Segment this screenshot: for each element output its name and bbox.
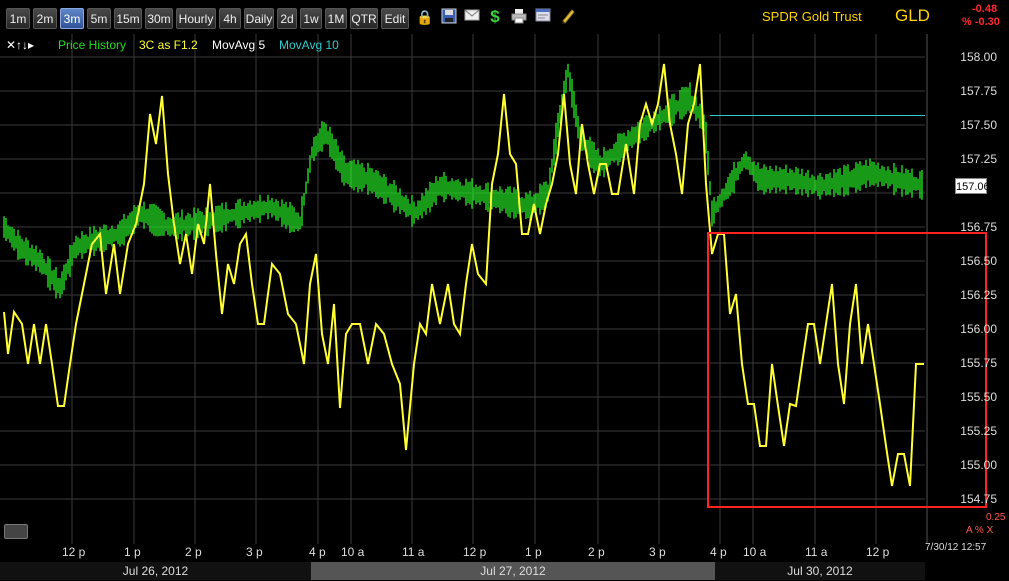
legend-controls[interactable]: ✕↑↓▸ [6,38,34,52]
time-axis-label: 12 p [866,545,890,559]
time-axis-label: 11 a [805,545,828,559]
last-update-timestamp: 7/30/12 12:57 [925,542,987,553]
collapse-panel-icon[interactable] [4,524,28,539]
edit-button[interactable]: Edit [381,8,409,29]
legend-movavg-5[interactable]: MovAvg 5 [212,38,265,52]
timeframe-3m-button[interactable]: 3m [60,8,84,29]
mail-icon[interactable] [463,8,481,26]
price-axis-label: 154.75 [960,492,997,506]
date-label-jul-27: Jul 27, 2012 [311,562,715,580]
price-axis-label: 158.00 [960,50,997,64]
time-axis-label: 10 a [341,545,365,559]
current-price-tag: 157.06 [955,178,990,194]
price-axis-label: 157.50 [960,118,997,132]
security-name: SPDR Gold Trust [762,9,862,24]
axis-controls[interactable]: A % X [966,525,993,536]
time-axis-label: 2 p [588,545,605,559]
price-axis-label: 155.75 [960,356,997,370]
time-axis-label: 3 p [246,545,263,559]
timeframe-qtr-button[interactable]: QTR [350,8,378,29]
timeframe-daily-button[interactable]: Daily [244,8,274,29]
price-axis-label: 156.75 [960,220,997,234]
timeframe-30m-button[interactable]: 30m [145,8,173,29]
print-icon[interactable] [510,8,528,26]
indicator-value: 0.25 [986,512,1006,523]
time-axis-label: 1 p [124,545,141,559]
chart-grid [0,34,928,544]
price-change: -0.48 [972,3,998,15]
time-axis-label: 10 a [743,545,767,559]
time-axis-label: 12 p [463,545,487,559]
price-axis-label: 155.50 [960,390,997,404]
time-axis-label: 4 p [710,545,727,559]
lock-icon[interactable]: 🔒 [416,8,434,26]
window-icon[interactable] [534,8,552,26]
timeframe-15m-button[interactable]: 15m [114,8,142,29]
price-chart[interactable] [0,34,1009,544]
legend-3c[interactable]: 3C as F1.2 [139,38,198,52]
price-axis-label: 156.50 [960,254,997,268]
price-history-series [3,63,923,299]
toolbar: 1m 2m 3m 5m 15m 30m Hourly 4h Daily 2d 1… [0,0,1009,34]
save-icon[interactable] [440,8,458,26]
time-axis-label: 12 p [62,545,86,559]
pencil-icon[interactable] [559,8,577,26]
legend-movavg-10[interactable]: MovAvg 10 [279,38,339,52]
price-axis-label: 157.75 [960,84,997,98]
timeframe-2m-button[interactable]: 2m [33,8,57,29]
timeframe-hourly-button[interactable]: Hourly [176,8,216,29]
time-axis-label: 2 p [185,545,202,559]
timeframe-1M-button[interactable]: 1M [325,8,347,29]
timeframe-2d-button[interactable]: 2d [277,8,297,29]
price-axis-label: 155.25 [960,424,997,438]
time-axis-label: 4 p [309,545,326,559]
price-change-pct: % -0.30 [962,16,1000,28]
price-axis-label: 157.25 [960,152,997,166]
time-axis-label: 1 p [525,545,542,559]
timeframe-1m-button[interactable]: 1m [6,8,30,29]
price-axis-label: 155.00 [960,458,997,472]
date-label-jul-26: Jul 26, 2012 [0,562,311,580]
dollar-icon[interactable]: $ [486,8,504,26]
timeframe-4h-button[interactable]: 4h [219,8,241,29]
date-label-jul-30: Jul 30, 2012 [715,562,925,580]
price-axis-label: 156.00 [960,322,997,336]
timeframe-1w-button[interactable]: 1w [300,8,322,29]
ticker-symbol: GLD [895,6,930,25]
time-axis-label: 11 a [402,545,425,559]
price-axis-label: 156.25 [960,288,997,302]
time-axis-label: 3 p [649,545,666,559]
3c-indicator-line [3,63,924,487]
timeframe-5m-button[interactable]: 5m [87,8,111,29]
legend-price-history[interactable]: Price History [58,38,126,52]
